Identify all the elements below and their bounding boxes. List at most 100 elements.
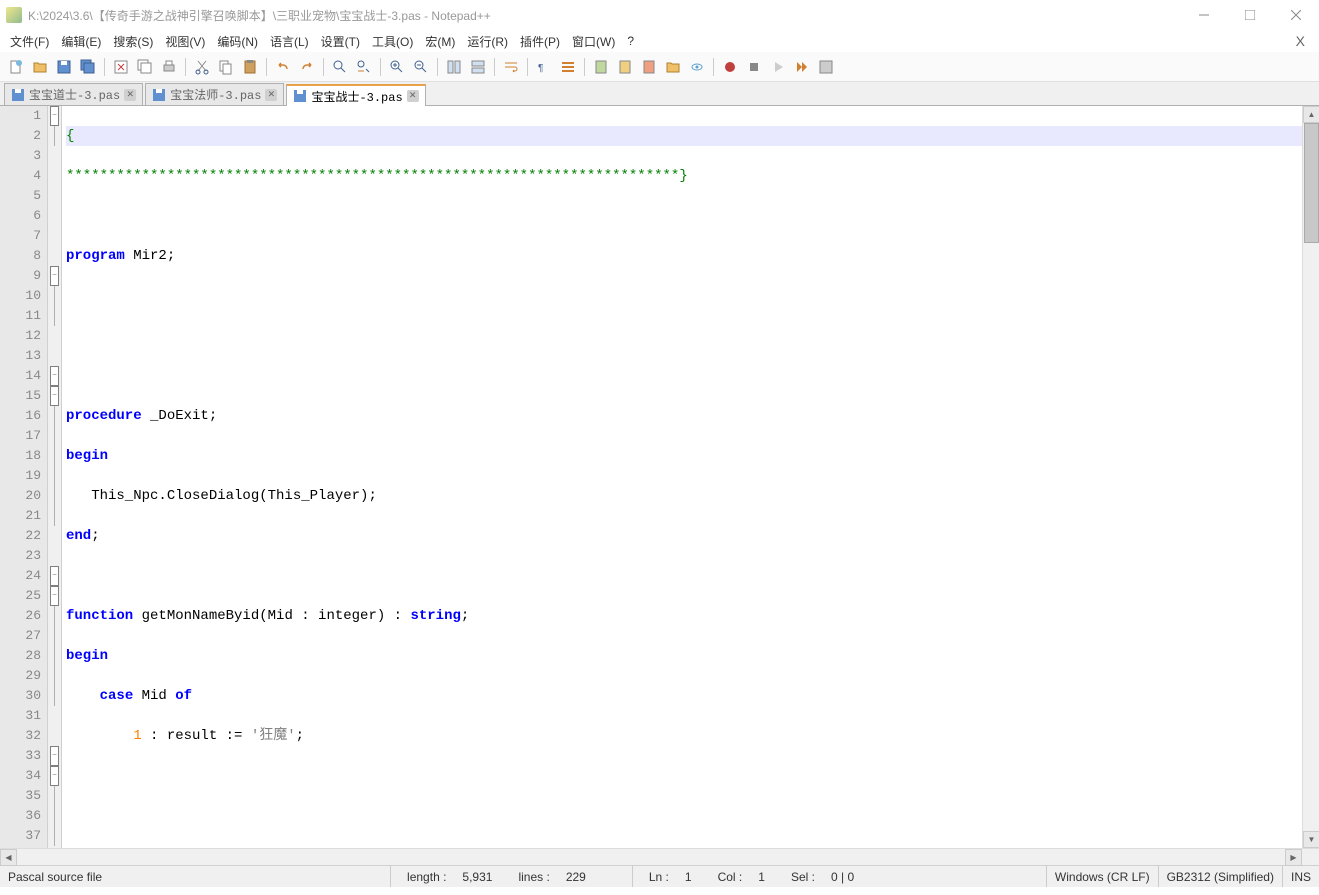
line-number: 35 bbox=[0, 786, 41, 806]
sync-v-icon[interactable] bbox=[444, 57, 464, 77]
save-icon[interactable] bbox=[54, 57, 74, 77]
line-number: 2 bbox=[0, 126, 41, 146]
zoom-out-icon[interactable] bbox=[411, 57, 431, 77]
tab-label: 宝宝法师-3.pas bbox=[170, 86, 261, 103]
fold-line bbox=[54, 306, 55, 326]
find-icon[interactable] bbox=[330, 57, 350, 77]
close-file-icon[interactable] bbox=[111, 57, 131, 77]
code-text: ****************************************… bbox=[66, 168, 679, 184]
menu-view[interactable]: 视图(V) bbox=[159, 31, 211, 52]
code-text: ; bbox=[461, 608, 469, 624]
play-multi-icon[interactable] bbox=[792, 57, 812, 77]
folder-workspace-icon[interactable] bbox=[663, 57, 683, 77]
play-macro-icon[interactable] bbox=[768, 57, 788, 77]
redo-icon[interactable] bbox=[297, 57, 317, 77]
menu-bar: 文件(F) 编辑(E) 搜索(S) 视图(V) 编码(N) 语言(L) 设置(T… bbox=[0, 30, 1319, 52]
function-list-icon[interactable] bbox=[639, 57, 659, 77]
menu-macro[interactable]: 宏(M) bbox=[419, 31, 461, 52]
scrollbar-thumb[interactable] bbox=[1304, 123, 1319, 243]
copy-icon[interactable] bbox=[216, 57, 236, 77]
scroll-left-icon[interactable]: ◀ bbox=[0, 849, 17, 866]
fold-toggle-icon[interactable]: − bbox=[50, 106, 59, 126]
cut-icon[interactable] bbox=[192, 57, 212, 77]
fold-toggle-icon[interactable]: − bbox=[50, 586, 59, 606]
toolbar: ¶ bbox=[0, 52, 1319, 82]
close-button[interactable] bbox=[1273, 0, 1319, 30]
fold-margin[interactable]: −−−−−−−− bbox=[48, 106, 62, 848]
line-number-gutter[interactable]: 1234567891011121314151617181920212223242… bbox=[0, 106, 48, 848]
title-text: K:\2024\3.6\【传奇手游之战神引擎召唤脚本】\三职业宠物\宝宝战士-3… bbox=[28, 7, 1181, 24]
tab-file-1[interactable]: 宝宝道士-3.pas ✕ bbox=[4, 83, 143, 105]
menu-close-x[interactable]: X bbox=[1290, 31, 1311, 51]
fold-toggle-icon[interactable]: − bbox=[50, 386, 59, 406]
menu-file[interactable]: 文件(F) bbox=[4, 31, 55, 52]
fold-toggle-icon[interactable]: − bbox=[50, 266, 59, 286]
maximize-button[interactable] bbox=[1227, 0, 1273, 30]
open-file-icon[interactable] bbox=[30, 57, 50, 77]
menu-tools[interactable]: 工具(O) bbox=[366, 31, 419, 52]
status-eol: Windows (CR LF) bbox=[1046, 866, 1158, 887]
fold-line bbox=[54, 486, 55, 506]
code-text: '狂魔' bbox=[251, 728, 296, 744]
doc-map-icon[interactable] bbox=[591, 57, 611, 77]
save-all-icon[interactable] bbox=[78, 57, 98, 77]
line-number: 30 bbox=[0, 686, 41, 706]
sync-h-icon[interactable] bbox=[468, 57, 488, 77]
menu-plugins[interactable]: 插件(P) bbox=[514, 31, 566, 52]
tab-file-3[interactable]: 宝宝战士-3.pas ✕ bbox=[286, 84, 425, 106]
code-text: 1 bbox=[133, 728, 141, 744]
stop-macro-icon[interactable] bbox=[744, 57, 764, 77]
menu-settings[interactable]: 设置(T) bbox=[315, 31, 366, 52]
code-text: end bbox=[66, 528, 91, 544]
scroll-up-icon[interactable]: ▲ bbox=[1303, 106, 1319, 123]
scroll-down-icon[interactable]: ▼ bbox=[1303, 831, 1319, 848]
line-number: 37 bbox=[0, 826, 41, 846]
doc-list-icon[interactable] bbox=[615, 57, 635, 77]
menu-help[interactable]: ? bbox=[621, 32, 640, 50]
fold-toggle-icon[interactable]: − bbox=[50, 566, 59, 586]
menu-encoding[interactable]: 编码(N) bbox=[211, 31, 264, 52]
tab-close-icon[interactable]: ✕ bbox=[124, 89, 136, 101]
menu-search[interactable]: 搜索(S) bbox=[107, 31, 159, 52]
code-editor[interactable]: { **************************************… bbox=[62, 106, 1302, 848]
menu-run[interactable]: 运行(R) bbox=[461, 31, 514, 52]
monitor-icon[interactable] bbox=[687, 57, 707, 77]
all-chars-icon[interactable]: ¶ bbox=[534, 57, 554, 77]
line-number: 14 bbox=[0, 366, 41, 386]
tab-close-icon[interactable]: ✕ bbox=[407, 90, 419, 102]
toolbar-separator bbox=[437, 58, 438, 76]
fold-toggle-icon[interactable]: − bbox=[50, 366, 59, 386]
tab-close-icon[interactable]: ✕ bbox=[265, 89, 277, 101]
tab-file-2[interactable]: 宝宝法师-3.pas ✕ bbox=[145, 83, 284, 105]
indent-guide-icon[interactable] bbox=[558, 57, 578, 77]
menu-window[interactable]: 窗口(W) bbox=[566, 31, 621, 52]
minimize-button[interactable] bbox=[1181, 0, 1227, 30]
record-macro-icon[interactable] bbox=[720, 57, 740, 77]
toolbar-separator bbox=[323, 58, 324, 76]
replace-icon[interactable] bbox=[354, 57, 374, 77]
menu-language[interactable]: 语言(L) bbox=[264, 31, 315, 52]
scroll-right-icon[interactable]: ▶ bbox=[1285, 849, 1302, 866]
save-macro-icon[interactable] bbox=[816, 57, 836, 77]
code-text: ; bbox=[296, 728, 304, 744]
close-all-icon[interactable] bbox=[135, 57, 155, 77]
status-mode: INS bbox=[1282, 866, 1319, 887]
fold-line bbox=[54, 686, 55, 706]
line-number: 13 bbox=[0, 346, 41, 366]
fold-line bbox=[54, 606, 55, 626]
toolbar-separator bbox=[185, 58, 186, 76]
menu-edit[interactable]: 编辑(E) bbox=[55, 31, 107, 52]
fold-toggle-icon[interactable]: − bbox=[50, 766, 59, 786]
wordwrap-icon[interactable] bbox=[501, 57, 521, 77]
horizontal-scrollbar[interactable]: ◀ ▶ bbox=[0, 848, 1319, 865]
status-length: length : 5,931 lines : 229 bbox=[390, 866, 602, 887]
print-icon[interactable] bbox=[159, 57, 179, 77]
paste-icon[interactable] bbox=[240, 57, 260, 77]
fold-toggle-icon[interactable]: − bbox=[50, 746, 59, 766]
undo-icon[interactable] bbox=[273, 57, 293, 77]
line-number: 28 bbox=[0, 646, 41, 666]
vertical-scrollbar[interactable]: ▲ ▼ bbox=[1302, 106, 1319, 848]
zoom-in-icon[interactable] bbox=[387, 57, 407, 77]
new-file-icon[interactable] bbox=[6, 57, 26, 77]
tab-label: 宝宝战士-3.pas bbox=[311, 88, 402, 105]
